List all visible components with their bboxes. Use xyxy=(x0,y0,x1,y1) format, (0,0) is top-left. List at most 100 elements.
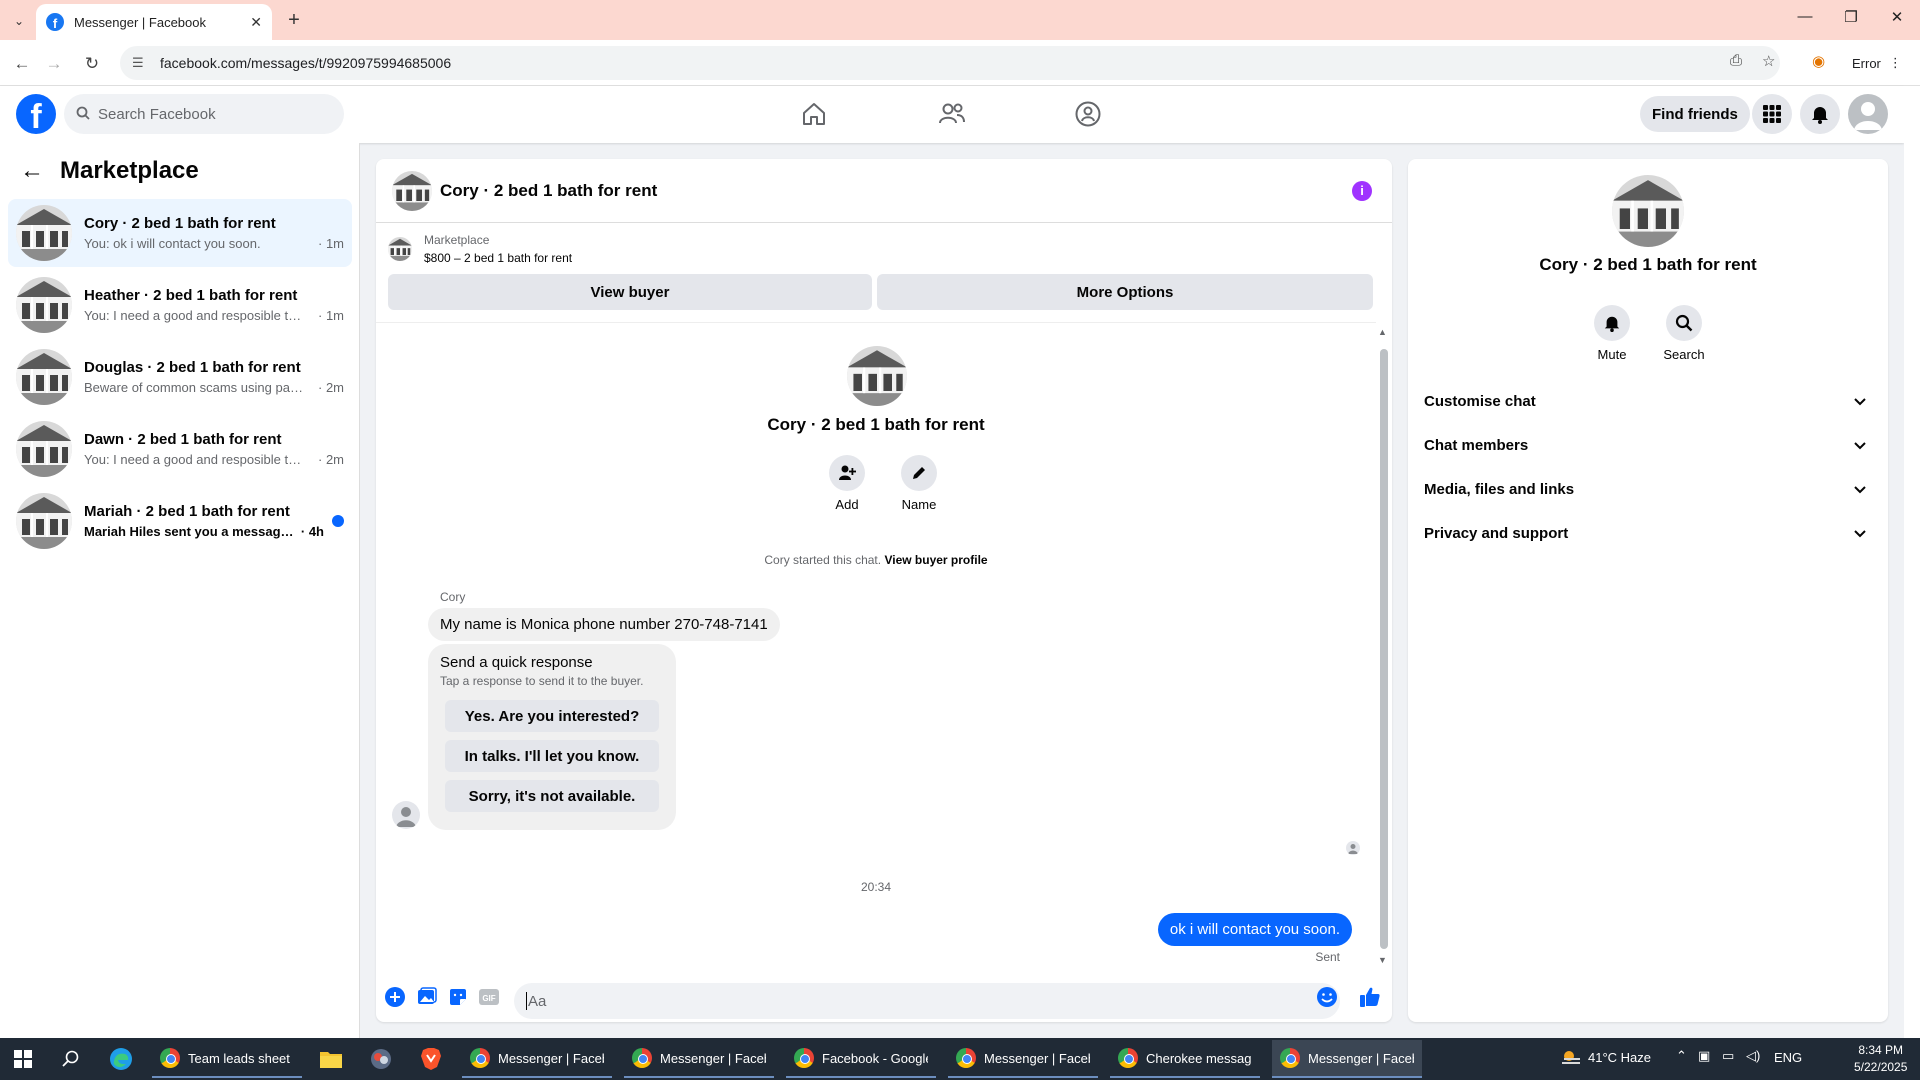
add-people-button[interactable]: Add xyxy=(817,455,877,512)
weather-icon[interactable] xyxy=(1560,1048,1582,1069)
minimize-icon[interactable]: — xyxy=(1790,8,1820,25)
taskbar-app-button[interactable]: Messenger | Faceb... xyxy=(1272,1040,1422,1078)
chevron-down-icon xyxy=(1854,482,1866,497)
brave-browser-icon[interactable] xyxy=(418,1046,444,1072)
view-buyer-profile-link[interactable]: View buyer profile xyxy=(884,553,987,567)
info-icon[interactable]: i xyxy=(1352,181,1372,201)
back-icon[interactable]: ← xyxy=(10,52,34,76)
quick-response-yes-button[interactable]: Yes. Are you interested? xyxy=(445,700,659,732)
taskbar-app-button[interactable]: Messenger | Faceb... xyxy=(462,1040,612,1078)
unread-dot-icon xyxy=(332,515,344,527)
listing-banner[interactable]: Marketplace $800 – 2 bed 1 bath for rent xyxy=(388,231,572,267)
url-text[interactable]: facebook.com/messages/t/9920975994685006 xyxy=(160,55,451,71)
page-scrollbar[interactable] xyxy=(1904,86,1920,1038)
chrome-icon xyxy=(470,1048,490,1068)
back-arrow-icon[interactable]: ← xyxy=(20,157,44,185)
weather-text[interactable]: 41°C Haze xyxy=(1588,1050,1651,1065)
notifications-bell-icon[interactable] xyxy=(1800,94,1840,134)
emoji-icon[interactable] xyxy=(1316,986,1338,1008)
plus-circle-icon[interactable] xyxy=(384,986,406,1008)
find-friends-button[interactable]: Find friends xyxy=(1640,96,1750,132)
taskbar-clock[interactable]: 8:34 PM 5/22/2025 xyxy=(1854,1042,1907,1076)
install-app-icon[interactable]: ⎙ xyxy=(1730,52,1742,69)
app-icon[interactable] xyxy=(368,1046,394,1072)
volume-icon[interactable]: ◁) xyxy=(1746,1048,1760,1064)
kebab-menu-icon[interactable]: ⋮ xyxy=(1889,55,1902,71)
new-tab-icon[interactable]: + xyxy=(282,8,306,32)
conversation-name: Douglas · 2 bed 1 bath for rent xyxy=(84,359,301,376)
message-list[interactable]: Cory · 2 bed 1 bath for rent Add Name Co… xyxy=(376,322,1376,964)
taskbar-app-button[interactable]: Cherokee message... xyxy=(1110,1040,1260,1078)
message-input[interactable]: Aa xyxy=(514,983,1340,1019)
reload-icon[interactable]: ↻ xyxy=(80,52,104,76)
search-in-chat-button[interactable]: Search xyxy=(1648,305,1720,362)
conversation-item[interactable]: Dawn · 2 bed 1 bath for rent You: I need … xyxy=(8,415,352,483)
sticker-icon[interactable] xyxy=(447,986,469,1008)
menu-grid-icon[interactable] xyxy=(1752,94,1792,134)
chat-header-thumbnail[interactable] xyxy=(392,171,432,211)
account-avatar[interactable] xyxy=(1848,94,1888,134)
details-thumbnail[interactable] xyxy=(1612,175,1684,247)
chevron-down-icon xyxy=(1854,438,1866,453)
like-thumb-icon[interactable] xyxy=(1359,986,1381,1008)
window-close-icon[interactable]: ✕ xyxy=(1882,8,1912,26)
scroll-up-icon[interactable]: ▲ xyxy=(1378,327,1387,337)
windows-start-icon[interactable] xyxy=(10,1046,36,1072)
intro-name: Cory · 2 bed 1 bath for rent xyxy=(767,415,985,434)
conversation-item[interactable]: Heather · 2 bed 1 bath for rent You: I ne… xyxy=(8,271,352,339)
conversation-item[interactable]: Mariah · 2 bed 1 bath for rent Mariah Hil… xyxy=(8,487,352,555)
file-explorer-icon[interactable] xyxy=(318,1046,344,1072)
customise-chat-section[interactable]: Customise chat xyxy=(1424,381,1872,421)
conversation-preview: Beware of common scams using pay... xyxy=(84,380,304,395)
taskbar-app-label: Cherokee message... xyxy=(1146,1050,1252,1066)
taskbar-app-button[interactable]: Messenger | Faceb... xyxy=(948,1040,1098,1078)
chat-title[interactable]: Cory · 2 bed 1 bath for rent xyxy=(440,181,657,201)
network-icon[interactable]: ▭ xyxy=(1722,1048,1734,1064)
outgoing-message-bubble[interactable]: ok i will contact you soon. xyxy=(1157,913,1352,946)
edit-name-button[interactable]: Name xyxy=(889,455,949,512)
home-icon[interactable] xyxy=(798,98,830,130)
taskbar-app-button[interactable]: Facebook - Google ... xyxy=(786,1040,936,1078)
site-info-icon[interactable]: ☰ xyxy=(132,55,152,71)
section-label: Customise chat xyxy=(1424,392,1536,410)
profile-icon[interactable]: ◉ xyxy=(1812,52,1825,70)
forward-icon[interactable]: → xyxy=(42,52,66,76)
search-facebook-input[interactable]: Search Facebook xyxy=(64,94,344,134)
tray-chevron-up-icon[interactable]: ⌃ xyxy=(1676,1048,1687,1064)
tab-search-chevron-icon[interactable]: ⌄ xyxy=(8,10,30,32)
scroll-down-icon[interactable]: ▼ xyxy=(1378,955,1387,965)
taskbar-app-button[interactable]: Team leads sheet - ... xyxy=(152,1040,302,1078)
search-icon[interactable] xyxy=(58,1046,84,1072)
conversation-name: Mariah · 2 bed 1 bath for rent xyxy=(84,503,290,520)
facebook-logo-icon[interactable]: f xyxy=(16,94,56,134)
privacy-support-section[interactable]: Privacy and support xyxy=(1424,513,1872,553)
friends-icon[interactable] xyxy=(936,98,968,130)
scroll-thumb[interactable] xyxy=(1380,349,1388,949)
more-options-button[interactable]: More Options xyxy=(877,274,1373,310)
groups-icon[interactable] xyxy=(1072,98,1104,130)
quick-response-in-talks-button[interactable]: In talks. I'll let you know. xyxy=(445,740,659,772)
taskbar-app-button[interactable]: Messenger | Faceb... xyxy=(624,1040,774,1078)
view-buyer-button[interactable]: View buyer xyxy=(388,274,872,310)
conversation-item[interactable]: Douglas · 2 bed 1 bath for rent Beware of… xyxy=(8,343,352,411)
mute-button[interactable]: Mute xyxy=(1576,305,1648,362)
restore-icon[interactable]: ❐ xyxy=(1836,8,1866,26)
edge-browser-icon[interactable] xyxy=(108,1046,134,1072)
gif-icon[interactable]: GIF xyxy=(478,986,500,1008)
quick-response-not-available-button[interactable]: Sorry, it's not available. xyxy=(445,780,659,812)
bookmark-star-icon[interactable]: ☆ xyxy=(1762,52,1775,70)
tab-close-icon[interactable]: ✕ xyxy=(250,14,262,31)
incoming-message-bubble[interactable]: My name is Monica phone number 270-748-7… xyxy=(428,608,780,641)
details-name: Cory · 2 bed 1 bath for rent xyxy=(1539,255,1757,274)
photo-icon[interactable] xyxy=(416,986,438,1008)
media-files-links-section[interactable]: Media, files and links xyxy=(1424,469,1872,509)
profile-error-chip[interactable]: Error ⋮ xyxy=(1840,48,1914,78)
language-indicator[interactable]: ENG xyxy=(1774,1050,1802,1065)
taskbar-app-label: Messenger | Faceb... xyxy=(984,1050,1090,1066)
meet-now-icon[interactable]: ▣ xyxy=(1698,1048,1710,1064)
browser-tab-active[interactable]: f Messenger | Facebook ✕ xyxy=(36,4,272,40)
chat-members-section[interactable]: Chat members xyxy=(1424,425,1872,465)
address-bar[interactable]: ☰ facebook.com/messages/t/99209759946850… xyxy=(120,46,1780,80)
message-scrollbar[interactable]: ▲ ▼ xyxy=(1378,327,1388,967)
conversation-item[interactable]: Cory · 2 bed 1 bath for rent You: ok i wi… xyxy=(8,199,352,267)
